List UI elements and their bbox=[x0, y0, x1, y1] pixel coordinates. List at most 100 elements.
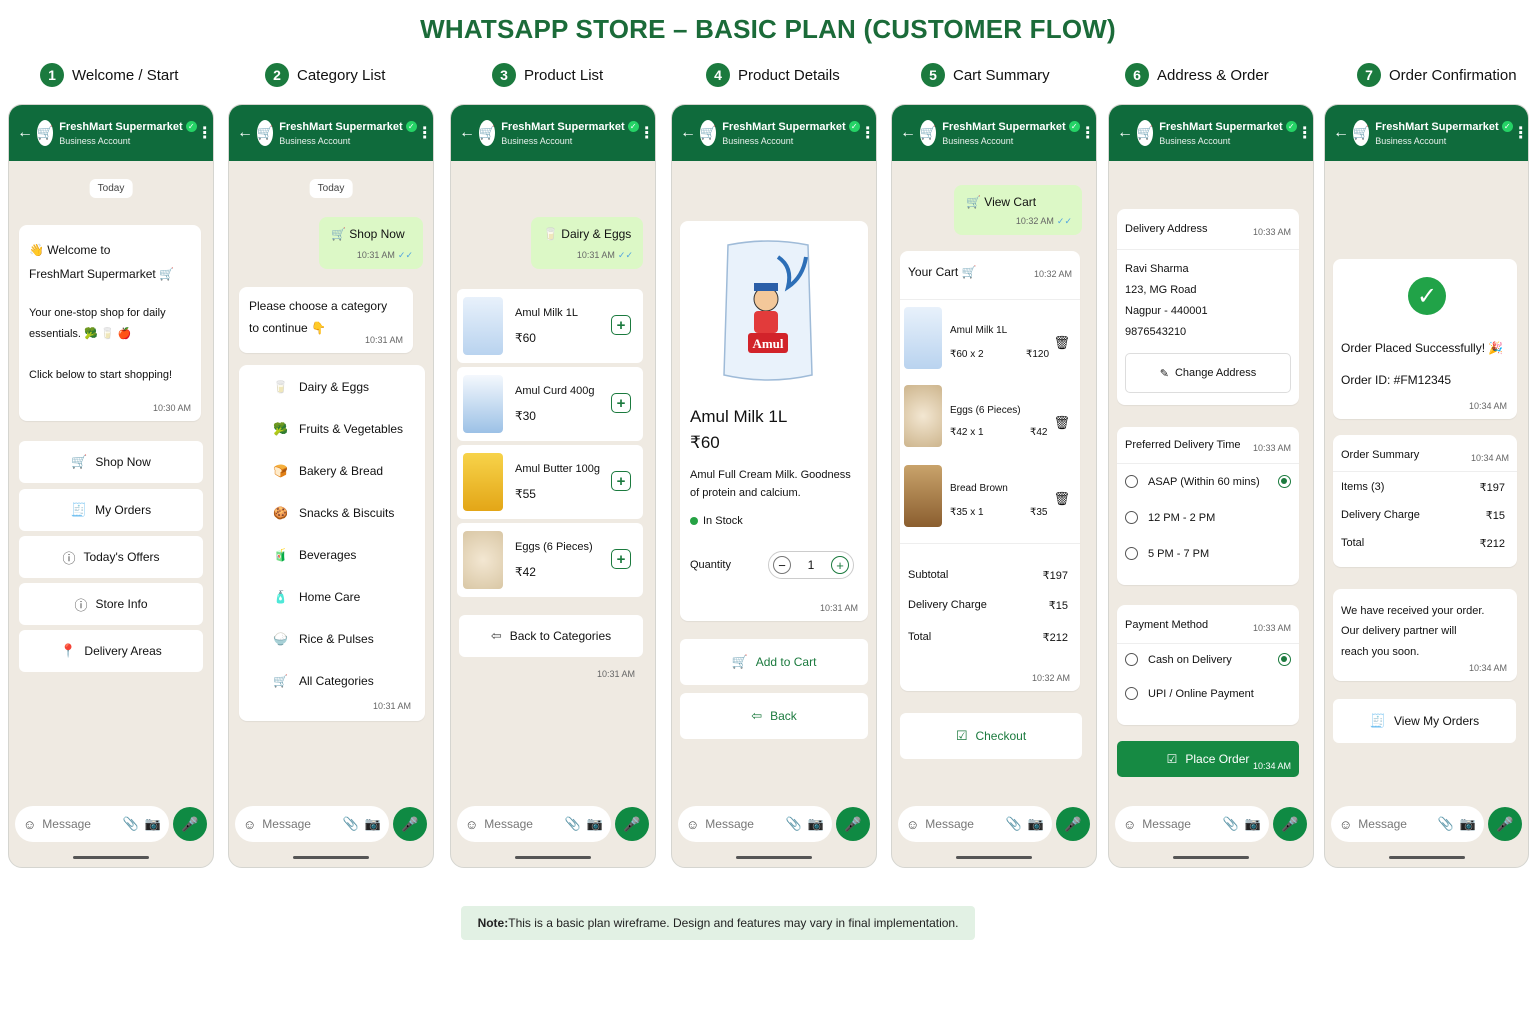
message-input[interactable]: Message bbox=[1358, 817, 1431, 831]
category-item-snacks-biscuits[interactable]: 🍪 Snacks & Biscuits bbox=[239, 493, 423, 533]
product-item-amul-butter[interactable]: Amul Butter 100g ₹55 + bbox=[457, 445, 643, 519]
emoji-icon[interactable]: ☺ bbox=[1123, 817, 1136, 832]
camera-icon[interactable]: 📷 bbox=[145, 816, 161, 832]
store-avatar[interactable]: 🛒 bbox=[1353, 120, 1370, 146]
trash-icon[interactable]: 🗑 bbox=[1053, 335, 1070, 351]
more-options-icon[interactable]: ⋮ bbox=[639, 123, 655, 143]
camera-icon[interactable]: 📷 bbox=[1028, 816, 1044, 832]
back-arrow-icon[interactable]: ← bbox=[237, 124, 253, 142]
mic-button[interactable]: 🎤 bbox=[836, 807, 870, 841]
payment-option-cod[interactable]: Cash on Delivery bbox=[1125, 653, 1291, 666]
category-item-home-care[interactable]: 🧴 Home Care bbox=[239, 577, 423, 617]
checkout-button[interactable]: ☑ Checkout bbox=[900, 713, 1082, 759]
back-arrow-icon[interactable]: ← bbox=[680, 124, 696, 142]
emoji-icon[interactable]: ☺ bbox=[1339, 817, 1352, 832]
back-arrow-icon[interactable]: ← bbox=[1333, 124, 1349, 142]
message-input[interactable]: Message bbox=[42, 817, 116, 831]
attach-icon[interactable]: 📎 bbox=[1223, 816, 1239, 832]
attach-icon[interactable]: 📎 bbox=[1006, 816, 1022, 832]
plus-icon[interactable]: + bbox=[831, 556, 849, 574]
mic-button[interactable]: 🎤 bbox=[615, 807, 649, 841]
more-options-icon[interactable]: ⋮ bbox=[197, 123, 213, 143]
my-orders-button[interactable]: 🧾 My Orders bbox=[19, 489, 203, 531]
message-input[interactable]: Message bbox=[925, 817, 999, 831]
attach-icon[interactable]: 📎 bbox=[565, 816, 581, 832]
category-item-bakery-bread[interactable]: 🍞 Bakery & Bread bbox=[239, 451, 423, 491]
mic-button[interactable]: 🎤 bbox=[1488, 807, 1522, 841]
emoji-icon[interactable]: ☺ bbox=[465, 817, 478, 832]
emoji-icon[interactable]: ☺ bbox=[243, 817, 256, 832]
attach-icon[interactable]: 📎 bbox=[123, 816, 139, 832]
timestamp: 10:34 AM bbox=[1470, 453, 1509, 463]
product-item-amul-milk[interactable]: Amul Milk 1L ₹60 + bbox=[457, 289, 643, 363]
back-arrow-icon[interactable]: ← bbox=[17, 124, 33, 142]
payment-option-upi[interactable]: UPI / Online Payment bbox=[1125, 687, 1291, 700]
add-icon[interactable]: + bbox=[611, 471, 631, 491]
back-arrow-icon[interactable]: ← bbox=[459, 124, 475, 142]
place-order-button[interactable]: ☑ Place Order 10:34 AM bbox=[1117, 741, 1299, 777]
more-options-icon[interactable]: ⋮ bbox=[860, 123, 876, 143]
mic-button[interactable]: 🎤 bbox=[1273, 807, 1307, 841]
business-subtitle: Business Account bbox=[942, 135, 1014, 146]
add-icon[interactable]: + bbox=[611, 315, 631, 335]
category-item-beverages[interactable]: 🧃 Beverages bbox=[239, 535, 423, 575]
change-address-button[interactable]: ✎ Change Address bbox=[1125, 353, 1291, 393]
message-input[interactable]: Message bbox=[705, 817, 779, 831]
todays-offers-button[interactable]: ⓘ Today's Offers bbox=[19, 536, 203, 578]
message-input[interactable]: Message bbox=[484, 817, 558, 831]
camera-icon[interactable]: 📷 bbox=[365, 816, 381, 832]
slot-option-asap[interactable]: ASAP (Within 60 mins) bbox=[1125, 475, 1291, 488]
trash-icon[interactable]: 🗑 bbox=[1053, 491, 1070, 507]
slot-option-5-7[interactable]: 5 PM - 7 PM bbox=[1125, 547, 1291, 560]
trash-icon[interactable]: 🗑 bbox=[1053, 415, 1070, 431]
more-options-icon[interactable]: ⋮ bbox=[1080, 123, 1096, 143]
product-detail-card: Amul Amul Milk 1L ₹60 Amul Full Cream Mi… bbox=[680, 221, 868, 621]
emoji-icon[interactable]: ☺ bbox=[686, 817, 699, 832]
back-arrow-icon[interactable]: ← bbox=[900, 124, 916, 142]
camera-icon[interactable]: 📷 bbox=[587, 816, 603, 832]
message-input[interactable]: Message bbox=[262, 817, 336, 831]
quantity-stepper[interactable]: − 1 + bbox=[768, 551, 854, 579]
product-item-eggs[interactable]: Eggs (6 Pieces) ₹42 + bbox=[457, 523, 643, 597]
mic-button[interactable]: 🎤 bbox=[173, 807, 207, 841]
category-item-dairy-eggs[interactable]: 🥛 Dairy & Eggs bbox=[239, 367, 423, 407]
add-icon[interactable]: + bbox=[611, 549, 631, 569]
add-to-cart-button[interactable]: 🛒 Add to Cart bbox=[680, 639, 868, 685]
product-item-amul-curd[interactable]: Amul Curd 400g ₹30 + bbox=[457, 367, 643, 441]
category-item-rice-pulses[interactable]: 🍚 Rice & Pulses bbox=[239, 619, 423, 659]
back-button[interactable]: ⇦ Back bbox=[680, 693, 868, 739]
attach-icon[interactable]: 📎 bbox=[343, 816, 359, 832]
add-icon[interactable]: + bbox=[611, 393, 631, 413]
mic-button[interactable]: 🎤 bbox=[393, 807, 427, 841]
camera-icon[interactable]: 📷 bbox=[1460, 816, 1476, 832]
store-avatar[interactable]: 🛒 bbox=[37, 120, 54, 146]
more-options-icon[interactable]: ⋮ bbox=[417, 123, 433, 143]
minus-icon[interactable]: − bbox=[773, 556, 791, 574]
shop-now-button[interactable]: 🛒 Shop Now bbox=[19, 441, 203, 483]
category-item-all[interactable]: 🛒 All Categories bbox=[239, 661, 423, 701]
store-avatar[interactable]: 🛒 bbox=[1137, 120, 1154, 146]
camera-icon[interactable]: 📷 bbox=[808, 816, 824, 832]
view-my-orders-button[interactable]: 🧾 View My Orders bbox=[1333, 699, 1516, 743]
back-arrow-icon[interactable]: ← bbox=[1117, 124, 1133, 142]
delivery-areas-button[interactable]: 📍 Delivery Areas bbox=[19, 630, 203, 672]
mic-button[interactable]: 🎤 bbox=[1056, 807, 1090, 841]
attach-icon[interactable]: 📎 bbox=[786, 816, 802, 832]
store-info-button[interactable]: ⓘ Store Info bbox=[19, 583, 203, 625]
store-avatar[interactable]: 🛒 bbox=[479, 120, 496, 146]
store-avatar[interactable]: 🛒 bbox=[257, 120, 274, 146]
message-input[interactable]: Message bbox=[1142, 817, 1216, 831]
attach-icon[interactable]: 📎 bbox=[1438, 816, 1454, 832]
slot-option-12-2[interactable]: 12 PM - 2 PM bbox=[1125, 511, 1291, 524]
emoji-icon[interactable]: ☺ bbox=[23, 817, 36, 832]
category-item-fruits-vegetables[interactable]: 🥦 Fruits & Vegetables bbox=[239, 409, 423, 449]
more-options-icon[interactable]: ⋮ bbox=[1513, 123, 1528, 143]
store-avatar[interactable]: 🛒 bbox=[700, 120, 717, 146]
back-to-categories-button[interactable]: ⇦ Back to Categories bbox=[459, 615, 643, 657]
camera-icon[interactable]: 📷 bbox=[1245, 816, 1261, 832]
more-options-icon[interactable]: ⋮ bbox=[1297, 123, 1313, 143]
store-avatar[interactable]: 🛒 bbox=[920, 120, 937, 146]
address-street: 123, MG Road bbox=[1125, 284, 1197, 296]
step-number: 5 bbox=[921, 63, 945, 87]
emoji-icon[interactable]: ☺ bbox=[906, 817, 919, 832]
